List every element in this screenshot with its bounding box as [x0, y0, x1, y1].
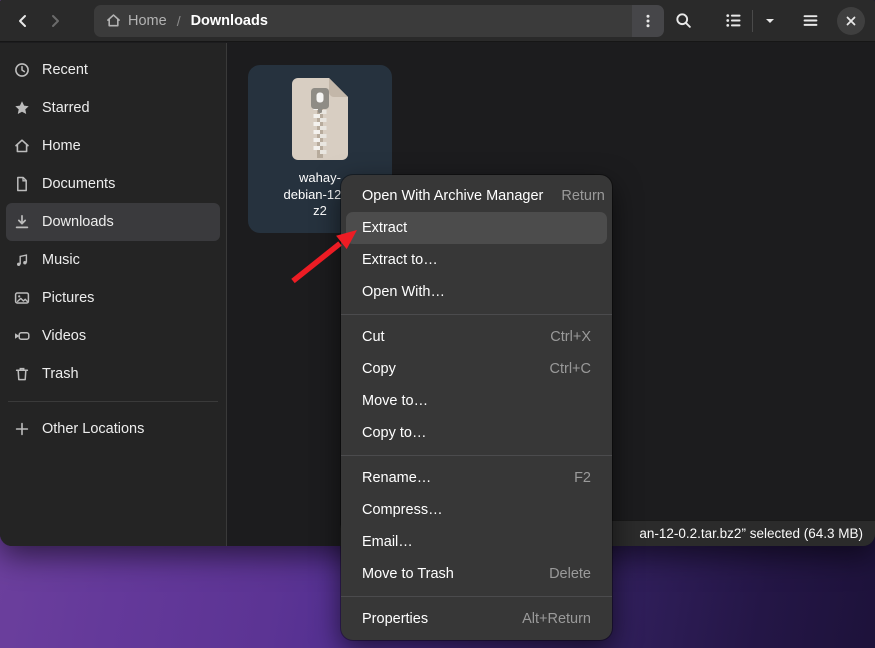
sidebar-item-label: Home — [42, 138, 81, 154]
menu-item-label: Move to Trash — [362, 566, 454, 582]
sidebar-item-label: Starred — [42, 100, 90, 116]
menu-item-label: Move to… — [362, 393, 428, 409]
context-menu: Open With Archive Manager Return Extract… — [341, 175, 612, 640]
menu-item-cut[interactable]: Cut Ctrl+X — [346, 321, 607, 353]
sidebar-item-starred[interactable]: Starred — [6, 89, 220, 127]
menu-item-copy-to[interactable]: Copy to… — [346, 417, 607, 449]
sidebar-item-home[interactable]: Home — [6, 127, 220, 165]
menu-item-properties[interactable]: Properties Alt+Return — [346, 603, 607, 635]
close-icon — [845, 15, 857, 27]
menu-item-extract[interactable]: Extract — [346, 212, 607, 244]
menu-item-copy[interactable]: Copy Ctrl+C — [346, 353, 607, 385]
picture-icon — [14, 290, 30, 306]
kebab-menu-icon — [640, 13, 656, 29]
home-icon — [106, 13, 121, 28]
sidebar-item-label: Documents — [42, 176, 115, 192]
menu-item-label: Rename… — [362, 470, 431, 486]
list-view-icon — [725, 12, 742, 29]
forward-button[interactable] — [42, 8, 68, 34]
divider — [752, 10, 753, 32]
menu-item-label: Cut — [362, 329, 385, 345]
menu-item-email[interactable]: Email… — [346, 526, 607, 558]
menu-item-label: Open With Archive Manager — [362, 188, 543, 204]
breadcrumb-home[interactable]: Home — [106, 13, 167, 29]
menu-item-label: Email… — [362, 534, 413, 550]
chevron-right-icon — [47, 13, 63, 29]
search-icon — [675, 12, 692, 29]
menu-item-shortcut: Delete — [531, 566, 591, 582]
sidebar-item-pictures[interactable]: Pictures — [6, 279, 220, 317]
menu-item-label: Compress… — [362, 502, 443, 518]
menu-item-shortcut: Ctrl+C — [532, 361, 592, 377]
star-icon — [14, 100, 30, 116]
menu-item-label: Copy to… — [362, 425, 426, 441]
search-button[interactable] — [668, 6, 698, 36]
headerbar-actions — [668, 6, 865, 36]
list-view-button[interactable] — [720, 8, 746, 34]
clock-icon — [14, 62, 30, 78]
home-icon — [14, 138, 30, 154]
sidebar-item-label: Videos — [42, 328, 86, 344]
breadcrumb-home-label: Home — [128, 13, 167, 29]
download-icon — [14, 214, 30, 230]
sidebar-item-recent[interactable]: Recent — [6, 51, 220, 89]
video-camera-icon — [14, 328, 30, 344]
sidebar-item-label: Downloads — [42, 214, 114, 230]
menu-item-extract-to[interactable]: Extract to… — [346, 244, 607, 276]
plus-icon — [14, 421, 30, 437]
menu-separator — [341, 455, 612, 456]
menu-item-label: Extract to… — [362, 252, 438, 268]
sidebar-item-label: Music — [42, 252, 80, 268]
main-menu-button[interactable] — [795, 6, 825, 36]
sidebar-item-label: Trash — [42, 366, 79, 382]
sidebar-item-label: Recent — [42, 62, 88, 78]
menu-item-shortcut: Return — [543, 188, 605, 204]
headerbar: Home / Downloads — [0, 0, 875, 42]
sidebar: Recent Starred Home Documents Downloads … — [0, 43, 227, 546]
menu-separator — [341, 314, 612, 315]
menu-item-label: Properties — [362, 611, 428, 627]
sidebar-divider — [8, 401, 218, 402]
breadcrumb-separator: / — [177, 13, 181, 29]
back-button[interactable] — [10, 8, 36, 34]
sidebar-item-music[interactable]: Music — [6, 241, 220, 279]
chevron-down-icon — [764, 15, 776, 27]
menu-separator — [341, 596, 612, 597]
sidebar-item-documents[interactable]: Documents — [6, 165, 220, 203]
desktop: Home / Downloads — [0, 0, 875, 648]
sidebar-item-other-locations[interactable]: Other Locations — [6, 410, 220, 448]
menu-item-label: Open With… — [362, 284, 445, 300]
menu-item-open-with-archive-manager[interactable]: Open With Archive Manager Return — [346, 180, 607, 212]
breadcrumb-current[interactable]: Downloads — [191, 13, 268, 29]
view-toggle-split-button — [720, 8, 781, 34]
sidebar-item-downloads[interactable]: Downloads — [6, 203, 220, 241]
selection-status-text: an-12-0.2.tar.bz2” selected (64.3 MB) — [639, 526, 863, 541]
path-options-button[interactable] — [632, 5, 664, 37]
close-window-button[interactable] — [837, 7, 865, 35]
menu-item-compress[interactable]: Compress… — [346, 494, 607, 526]
trash-icon — [14, 366, 30, 382]
menu-item-label: Copy — [362, 361, 396, 377]
sidebar-item-label: Pictures — [42, 290, 94, 306]
breadcrumb: Home / Downloads — [94, 5, 664, 37]
menu-item-shortcut: Ctrl+X — [532, 329, 591, 345]
archive-zip-file-icon — [287, 76, 353, 162]
menu-item-open-with[interactable]: Open With… — [346, 276, 607, 308]
sidebar-item-trash[interactable]: Trash — [6, 355, 220, 393]
sidebar-item-label: Other Locations — [42, 421, 144, 437]
menu-item-shortcut: Alt+Return — [504, 611, 591, 627]
document-icon — [14, 176, 30, 192]
menu-item-shortcut: F2 — [556, 470, 591, 486]
music-note-icon — [14, 252, 30, 268]
view-options-button[interactable] — [759, 8, 781, 34]
menu-item-rename[interactable]: Rename… F2 — [346, 462, 607, 494]
chevron-left-icon — [15, 13, 31, 29]
menu-item-move-to[interactable]: Move to… — [346, 385, 607, 417]
menu-item-move-to-trash[interactable]: Move to Trash Delete — [346, 558, 607, 590]
menu-item-label: Extract — [362, 220, 407, 236]
sidebar-item-videos[interactable]: Videos — [6, 317, 220, 355]
hamburger-menu-icon — [802, 12, 819, 29]
